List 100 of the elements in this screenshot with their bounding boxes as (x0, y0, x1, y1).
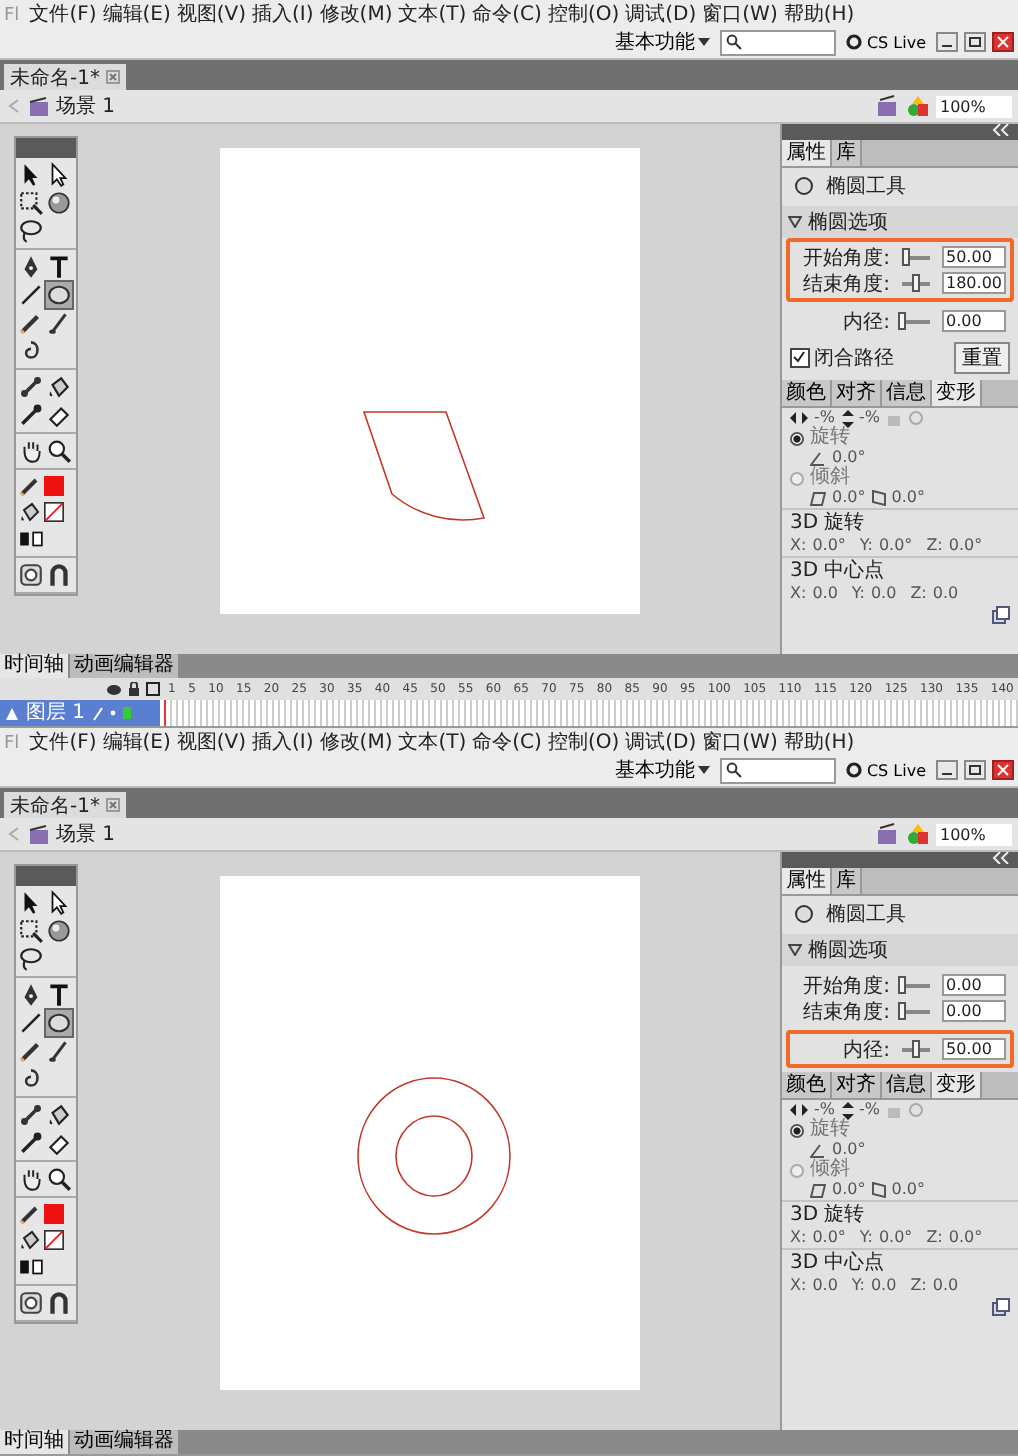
slider-thumb[interactable] (912, 273, 920, 291)
menu-item[interactable]: 文本(T) (398, 730, 467, 756)
menu-item[interactable]: 窗口(W) (702, 2, 778, 28)
menu-item[interactable]: 帮助(H) (783, 2, 855, 28)
menu-item[interactable]: 插入(I) (252, 2, 314, 28)
bucket-icon[interactable] (18, 1228, 42, 1252)
edit-scene-icon[interactable] (876, 94, 900, 118)
axis-value[interactable]: 0.0° (948, 1228, 983, 1248)
axis-value[interactable]: 0.0 (812, 584, 838, 604)
pencil-icon[interactable] (18, 474, 42, 498)
value-field[interactable]: 50.00 (942, 1038, 1006, 1060)
minimize-icon[interactable] (936, 32, 958, 52)
value-field[interactable]: 0.00 (942, 974, 1006, 996)
restore-icon[interactable] (964, 760, 986, 780)
axis-value[interactable]: 0.0 (932, 1276, 959, 1296)
edit-scene-icon[interactable] (876, 822, 900, 846)
scale-value[interactable]: -% (859, 408, 880, 428)
menu-item[interactable]: 修改(M) (319, 730, 393, 756)
bucket-icon[interactable] (18, 500, 42, 524)
collapse-icon[interactable] (992, 124, 1012, 136)
eraser-tool-icon[interactable] (46, 1130, 72, 1156)
workspace-dropdown[interactable]: 基本功能 (610, 756, 715, 784)
edit-symbol-icon[interactable] (906, 822, 930, 846)
stroke-color-swatch[interactable] (44, 1204, 64, 1224)
zoom-field[interactable]: 100% (936, 823, 1012, 845)
panel-tab[interactable]: 属性 (782, 140, 832, 166)
hand-tool-icon[interactable] (18, 438, 44, 464)
cs-live-button[interactable]: CS Live (842, 33, 930, 51)
expand-triangle-icon[interactable] (788, 216, 802, 228)
no-fill-swatch[interactable] (44, 1230, 64, 1250)
free-transform-tool-icon[interactable] (18, 190, 44, 216)
eyedropper-tool-icon[interactable] (18, 402, 44, 428)
panel-tab[interactable]: 库 (832, 140, 862, 166)
scale-value[interactable]: -% (859, 1100, 880, 1120)
edit-symbol-icon[interactable] (906, 94, 930, 118)
bone-tool-icon[interactable] (18, 374, 44, 400)
workspace-dropdown[interactable]: 基本功能 (610, 28, 715, 56)
lock-icon[interactable] (128, 682, 140, 696)
menu-item[interactable]: 调试(D) (625, 2, 697, 28)
panel-tab[interactable]: 属性 (782, 868, 832, 894)
scale-value[interactable]: -% (814, 1100, 835, 1120)
duplicate-icon[interactable] (992, 605, 1010, 623)
timeline-tab[interactable]: 动画编辑器 (70, 1430, 178, 1454)
restore-icon[interactable] (964, 32, 986, 52)
panel-tab[interactable]: 变形 (932, 380, 982, 406)
zoom-tool-icon[interactable] (46, 438, 72, 464)
panel-tab[interactable]: 信息 (882, 1072, 932, 1098)
swap-colors-tool-icon[interactable] (18, 1254, 44, 1280)
menu-item[interactable]: 编辑(E) (102, 730, 171, 756)
scale-value[interactable]: -% (814, 408, 835, 428)
hand-tool-icon[interactable] (18, 1166, 44, 1192)
axis-value[interactable]: 0.0° (878, 1228, 913, 1248)
subselection-tool-icon[interactable] (46, 162, 72, 188)
panel-tab[interactable]: 信息 (882, 380, 932, 406)
lasso-tool-icon[interactable] (18, 946, 44, 972)
eraser-tool-icon[interactable] (46, 402, 72, 428)
expand-triangle-icon[interactable] (788, 944, 802, 956)
brush-tool-icon[interactable] (46, 1038, 72, 1064)
menu-item[interactable]: 文件(F) (29, 730, 97, 756)
radio-button[interactable] (790, 431, 804, 445)
rotate-3d-tool-icon[interactable] (46, 190, 72, 216)
line-tool-icon[interactable] (18, 1010, 44, 1036)
search-field[interactable] (720, 757, 837, 783)
radio-button[interactable] (790, 1123, 804, 1137)
menu-item[interactable]: 文件(F) (29, 2, 97, 28)
oval-tool-icon[interactable] (46, 282, 72, 308)
panel-tab[interactable]: 对齐 (832, 1072, 882, 1098)
panel-tab[interactable]: 对齐 (832, 380, 882, 406)
menu-item[interactable]: 视图(V) (176, 730, 247, 756)
slider-thumb[interactable] (898, 1001, 906, 1019)
bone-tool-icon[interactable] (18, 1102, 44, 1128)
radio-button[interactable] (790, 471, 804, 485)
timeline-tab[interactable]: 动画编辑器 (70, 654, 178, 678)
axis-value[interactable]: 0.0 (812, 1276, 838, 1296)
value-field[interactable]: 0.00 (942, 310, 1006, 332)
no-fill-swatch[interactable] (44, 502, 64, 522)
radio-button[interactable] (790, 1163, 804, 1177)
menu-item[interactable]: 插入(I) (252, 730, 314, 756)
pencil-tool-icon[interactable] (18, 1038, 44, 1064)
pencil-tool-icon[interactable] (18, 310, 44, 336)
scene-label[interactable]: 场景 1 (56, 92, 116, 120)
snap-tool-icon[interactable] (46, 562, 72, 588)
skew-value[interactable]: 0.0° (832, 1180, 866, 1200)
stroke-color-swatch[interactable] (44, 476, 64, 496)
minimize-icon[interactable] (936, 760, 958, 780)
slider-thumb[interactable] (898, 311, 906, 329)
snap-tool-icon[interactable] (46, 1290, 72, 1316)
collapse-icon[interactable] (992, 852, 1012, 864)
zoom-field[interactable]: 100% (936, 95, 1012, 117)
rotate-3d-tool-icon[interactable] (46, 918, 72, 944)
layer-row[interactable]: 图层 1 (0, 700, 160, 726)
bucket-tool-icon[interactable] (46, 1102, 72, 1128)
free-transform-tool-icon[interactable] (18, 918, 44, 944)
panel-tab[interactable]: 变形 (932, 1072, 982, 1098)
slider-thumb[interactable] (912, 1039, 920, 1057)
menu-item[interactable]: 修改(M) (319, 2, 393, 28)
zoom-tool-icon[interactable] (46, 1166, 72, 1192)
menu-item[interactable]: 命令(C) (472, 2, 542, 28)
menu-item[interactable]: 帮助(H) (783, 730, 855, 756)
timeline-tab[interactable]: 时间轴 (0, 654, 68, 678)
